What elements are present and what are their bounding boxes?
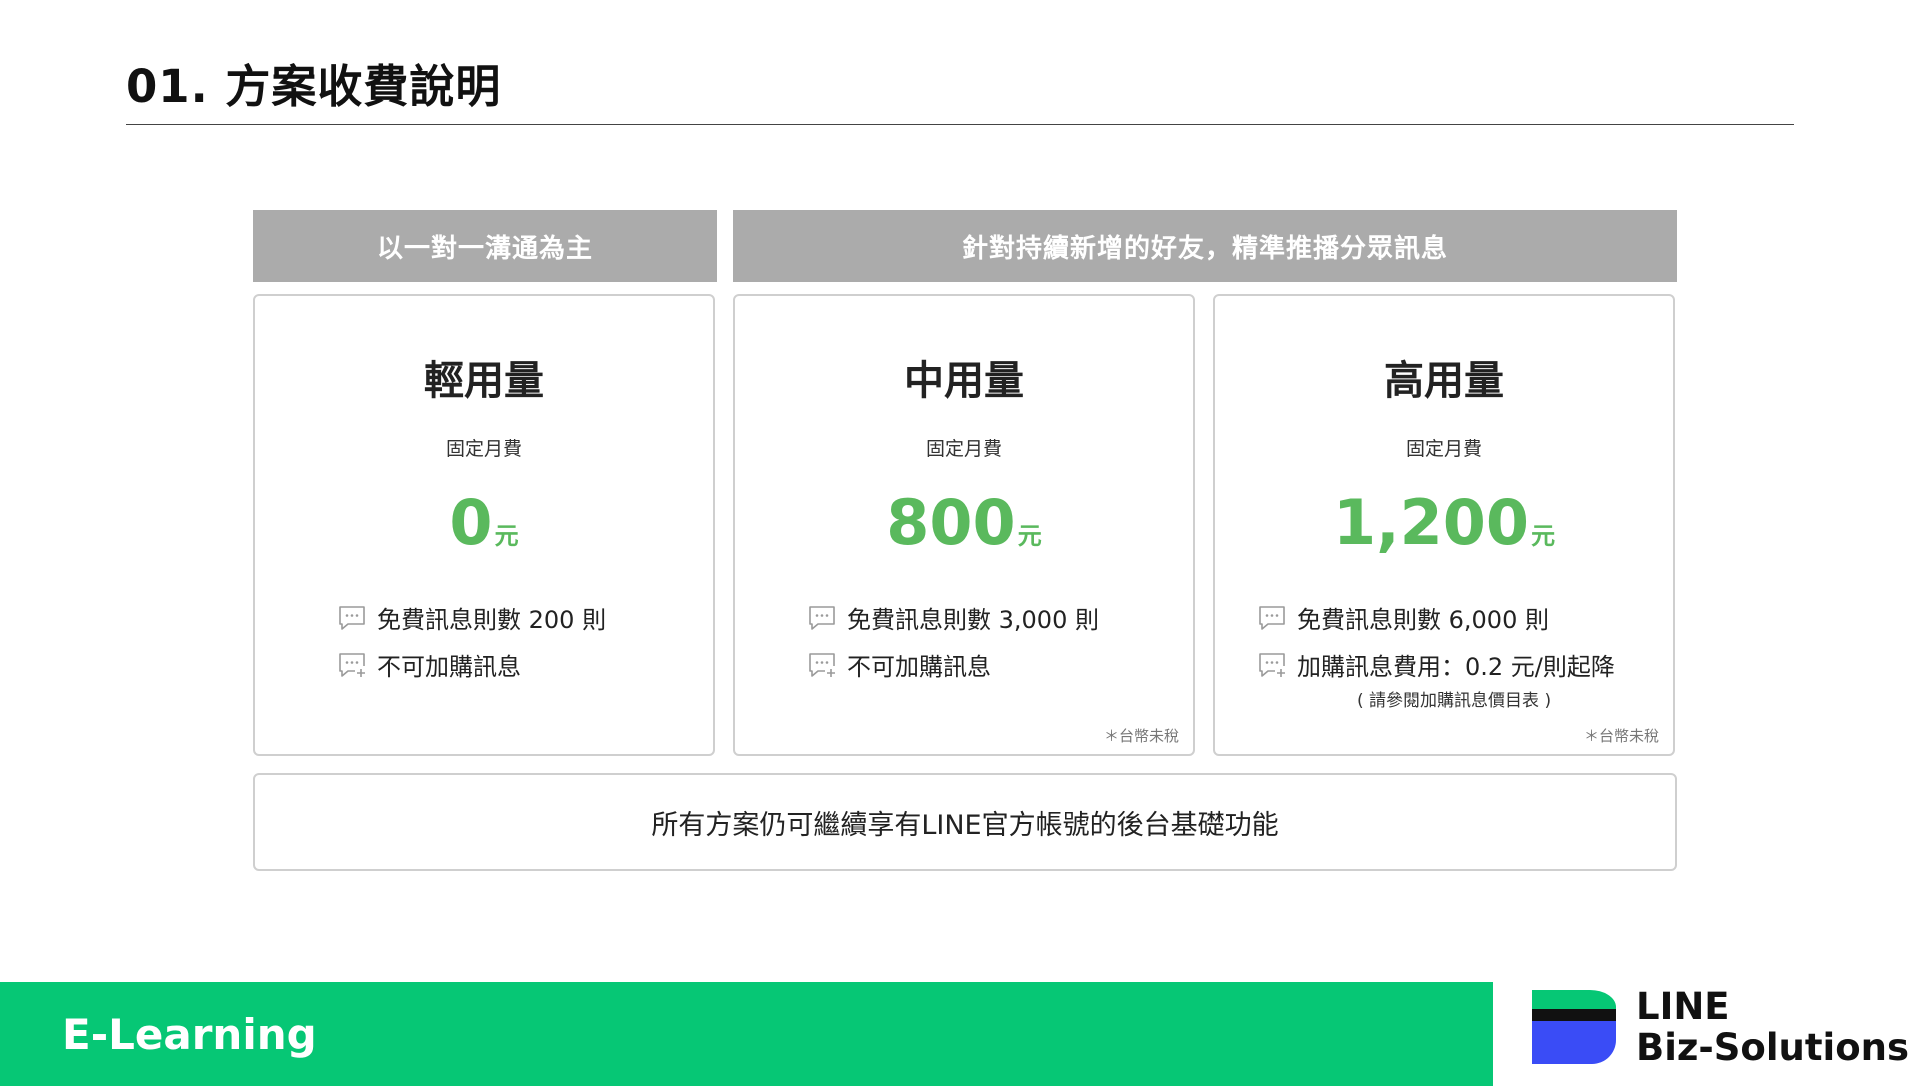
- feature-item: 免費訊息則數 200 則: [337, 594, 606, 641]
- feature-item: 免費訊息則數 3,000 則: [807, 594, 1099, 641]
- elearning-label: E-Learning: [62, 1009, 317, 1059]
- feature-text: 免費訊息則數 6,000 則: [1297, 606, 1549, 634]
- feature-text: 加購訊息費用：0.2 元/則起降: [1297, 653, 1615, 681]
- feature-list: 免費訊息則數 6,000 則 加購訊息費用：0.2 元/則起降 ( 請參閱加購訊…: [1257, 594, 1615, 711]
- category-header-one-to-one: 以一對一溝通為主: [253, 210, 717, 282]
- chat-bubble-plus-icon: [339, 652, 365, 677]
- category-header-targeted: 針對持續新增的好友，精準推播分眾訊息: [733, 210, 1677, 282]
- price-amount: 1,200: [1332, 486, 1530, 559]
- page-title: 01. 方案收費說明: [126, 60, 502, 113]
- feature-list: 免費訊息則數 200 則 不可加購訊息: [337, 594, 606, 688]
- chat-bubble-plus-icon: [809, 652, 835, 677]
- plan-subtitle: 固定月費: [445, 438, 522, 460]
- feature-item: 加購訊息費用：0.2 元/則起降: [1257, 641, 1615, 688]
- chat-bubble-plus-icon: [1259, 652, 1285, 677]
- feature-text: 不可加購訊息: [847, 653, 991, 681]
- logo-line-1: LINE: [1636, 985, 1730, 1028]
- chat-bubble-icon: [339, 605, 365, 630]
- title-divider: [126, 124, 1794, 125]
- plan-subtitle: 固定月費: [925, 438, 1002, 460]
- tax-note: ＊台幣未稅: [1103, 727, 1179, 745]
- feature-item: 免費訊息則數 6,000 則: [1257, 594, 1615, 641]
- logo-line-2: Biz-Solutions: [1636, 1026, 1910, 1069]
- plan-name: 高用量: [1384, 358, 1504, 404]
- price-unit: 元: [494, 522, 519, 550]
- plan-card-high: 高用量 固定月費 1,200元 免費訊息則數 6,000 則 加購訊息費用：0.…: [1213, 294, 1675, 756]
- plan-subtitle: 固定月費: [1405, 438, 1482, 460]
- price-unit: 元: [1017, 522, 1042, 550]
- plan-price: 1,200元: [1215, 486, 1673, 559]
- plan-card-light: 輕用量 固定月費 0元 免費訊息則數 200 則 不可加購訊息: [253, 294, 715, 756]
- feature-text: 不可加購訊息: [377, 653, 521, 681]
- plan-price: 800元: [735, 486, 1193, 559]
- shared-features-note: 所有方案仍可繼續享有LINE官方帳號的後台基礎功能: [253, 773, 1677, 871]
- line-biz-logo-icon: [1532, 990, 1616, 1064]
- price-unit: 元: [1531, 522, 1556, 550]
- chat-bubble-icon: [1259, 605, 1285, 630]
- feature-list: 免費訊息則數 3,000 則 不可加購訊息: [807, 594, 1099, 688]
- plan-name: 中用量: [904, 358, 1024, 404]
- price-amount: 800: [886, 486, 1016, 559]
- brand-logo-text: LINE Biz-Solutions: [1636, 986, 1909, 1068]
- plan-name: 輕用量: [424, 358, 544, 404]
- plan-card-medium: 中用量 固定月費 800元 免費訊息則數 3,000 則 不可加購訊息 ＊台幣未…: [733, 294, 1195, 756]
- bottom-band: E-Learning: [0, 982, 1493, 1086]
- feature-text: 免費訊息則數 200 則: [377, 606, 607, 634]
- plan-price: 0元: [255, 486, 713, 559]
- feature-text: 免費訊息則數 3,000 則: [847, 606, 1099, 634]
- feature-item: 不可加購訊息: [337, 641, 606, 688]
- purchase-note: ( 請參閱加購訊息價目表 ): [1357, 691, 1552, 711]
- tax-note: ＊台幣未稅: [1583, 727, 1659, 745]
- feature-item: 不可加購訊息: [807, 641, 1099, 688]
- chat-bubble-icon: [809, 605, 835, 630]
- price-amount: 0: [449, 486, 493, 559]
